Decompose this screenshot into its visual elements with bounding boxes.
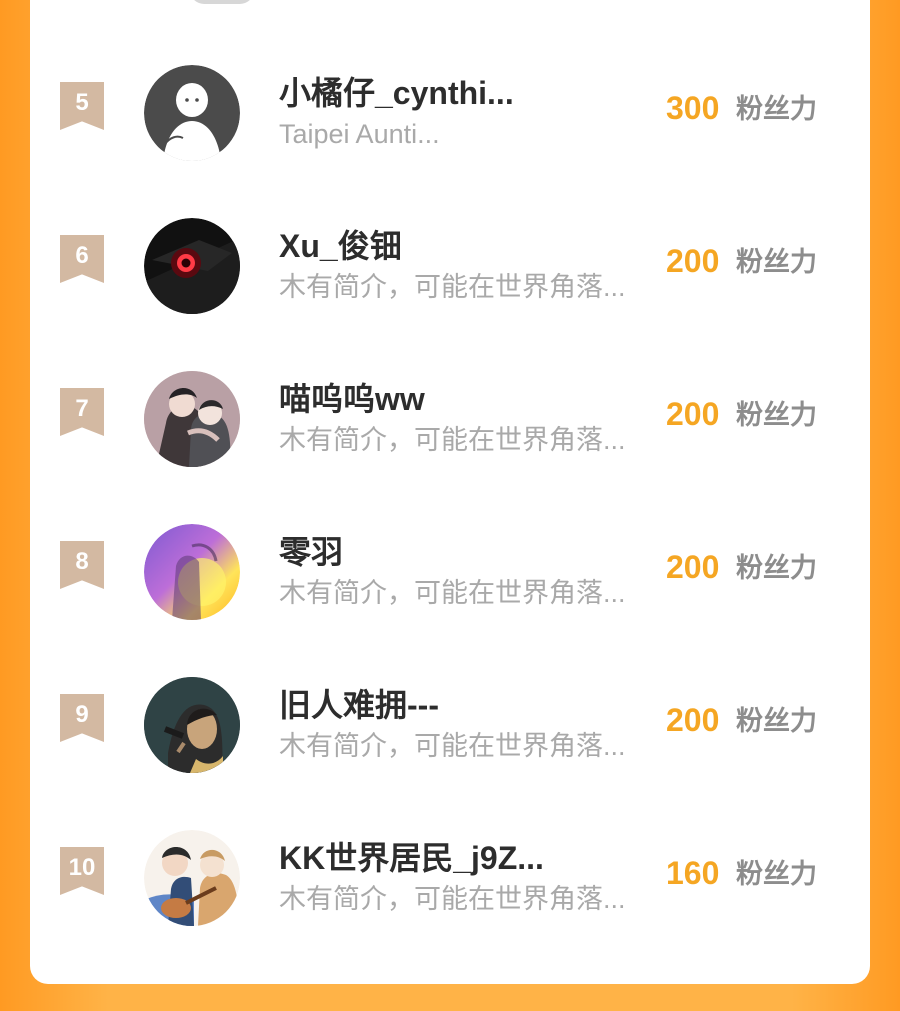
red-eye-avatar-icon[interactable] [144,218,240,314]
user-name: 喵呜呜ww [279,381,425,417]
fan-power-unit: 粉丝力 [736,247,817,277]
user-bio: 木有简介，可能在世界角落... [279,731,626,761]
rank-number: 6 [75,242,89,269]
leaderboard-row[interactable]: 10 KK世界居民_j9Z... 木有简介，可能在世界角落... 160 粉丝力 [30,795,870,926]
rank-number: 10 [68,854,96,881]
rank-ribbon-icon: 5 [60,82,104,130]
fan-power-unit: 粉丝力 [736,553,817,583]
fan-power-score: 200 [666,702,720,738]
user-name: KK世界居民_j9Z... [279,840,544,876]
leaderboard-row[interactable]: 9 旧人难拥--- 木有简介，可能在世界角落... 200 粉丝力 [30,642,870,773]
user-bio: 木有简介，可能在世界角落... [279,884,626,914]
user-name: 小橘仔_cynthi... [279,75,514,111]
cut-off-avatar-icon [190,0,254,4]
rank-number: 7 [75,395,89,422]
rank-ribbon-icon: 6 [60,235,104,283]
rank-ribbon-icon: 8 [60,541,104,589]
leaderboard-row[interactable]: 5 小橘仔_cynthi... Taipei Aunti... 300 粉丝力 [30,30,870,161]
leaderboard-row[interactable]: 8 零羽 木有简介，可能在世界角落... 200 粉丝力 [30,489,870,620]
rank-ribbon-icon: 9 [60,694,104,742]
leaderboard-card: 5 小橘仔_cynthi... Taipei Aunti... 300 粉丝力 … [30,0,870,984]
rank-number: 8 [75,548,89,575]
fan-power-score: 200 [666,396,720,432]
rank-ribbon-icon: 7 [60,388,104,436]
fan-power-score: 200 [666,243,720,279]
fan-power-unit: 粉丝力 [736,94,817,124]
fan-power-unit: 粉丝力 [736,400,817,430]
user-bio: 木有简介，可能在世界角落... [279,272,626,302]
fan-power-score: 160 [666,855,720,891]
girl-portrait-avatar-icon[interactable] [144,677,240,773]
fan-power-score: 200 [666,549,720,585]
rank-ribbon-icon: 10 [60,847,104,895]
user-bio: 木有简介，可能在世界角落... [279,425,626,455]
user-bio: Taipei Aunti... [279,119,440,149]
rank-number: 9 [75,701,89,728]
purple-yellow-light-avatar-icon[interactable] [144,524,240,620]
guitar-couple-illustration-avatar-icon[interactable] [144,830,240,926]
fan-power-unit: 粉丝力 [736,706,817,736]
user-name: 零羽 [279,534,344,570]
rank-number: 5 [75,89,89,116]
leaderboard-row[interactable]: 7 喵呜呜ww 木有简介，可能在世界角落... 200 粉丝力 [30,336,870,467]
fan-power-score: 300 [666,90,720,126]
two-people-illustration-avatar-icon[interactable] [144,371,240,467]
fan-power-unit: 粉丝力 [736,859,817,889]
leaderboard-row[interactable]: 6 Xu_俊钿 木有简介，可能在世界角落... 200 粉丝力 [30,183,870,314]
user-bio: 木有简介，可能在世界角落... [279,578,626,608]
default-user-avatar-icon[interactable] [144,65,240,161]
user-name: 旧人难拥--- [279,687,439,723]
user-name: Xu_俊钿 [279,228,402,264]
